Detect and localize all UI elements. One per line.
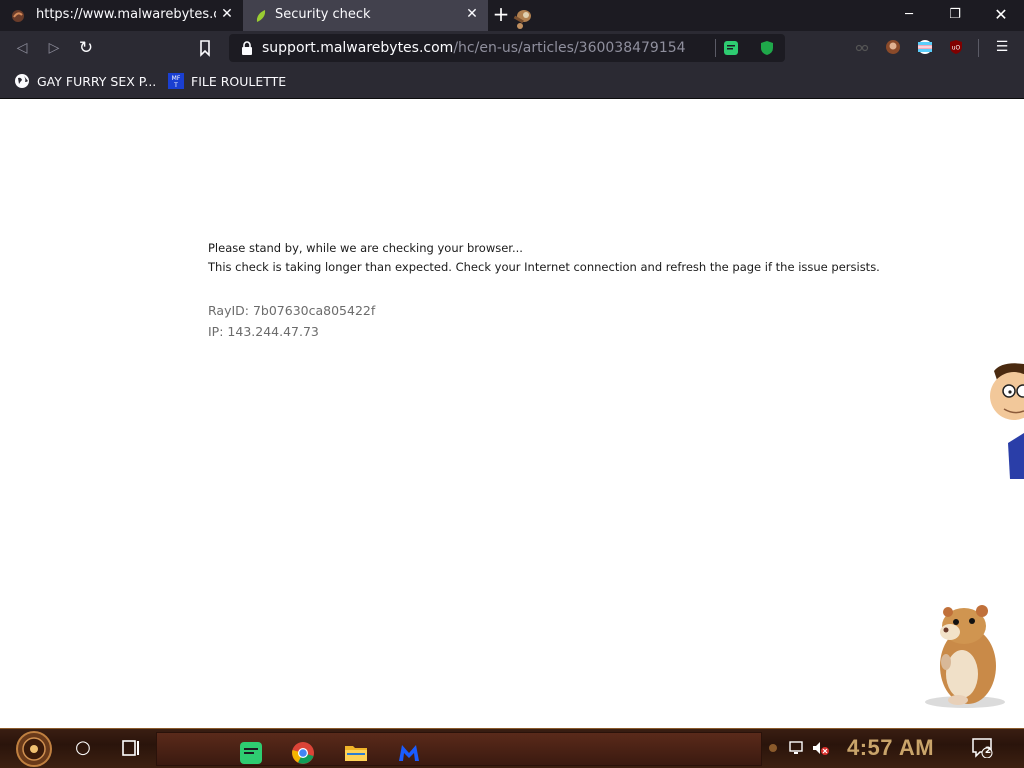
forward-arrow-icon[interactable]: ▷ — [43, 37, 65, 59]
ip-address: IP: 143.244.47.73 — [208, 324, 319, 339]
bookmark-label: FILE ROULETTE — [191, 73, 287, 89]
mft-icon: MF T — [168, 73, 184, 89]
chat-extension-icon[interactable] — [723, 40, 739, 56]
taskbar-apps — [156, 732, 762, 766]
notification-count: 2 — [984, 746, 992, 756]
ublock-origin-icon[interactable]: uO — [948, 39, 964, 55]
cartoon-character-sticker — [990, 363, 1024, 479]
bookmark-label: GAY FURRY SEX P... — [37, 73, 157, 89]
glasses-extension-icon[interactable] — [854, 39, 870, 55]
close-tab-icon[interactable]: ✕ — [462, 4, 482, 24]
lock-icon[interactable] — [240, 40, 254, 56]
page-content: Please stand by, while we are checking y… — [0, 99, 1024, 728]
bookmark-item[interactable]: MF T FILE ROULETTE — [168, 72, 286, 90]
url-text[interactable]: support.malwarebytes.com/hc/en-us/articl… — [262, 40, 686, 56]
cursor-mascot-icon — [513, 10, 531, 29]
show-hidden-icons-icon[interactable] — [768, 740, 778, 756]
ray-id: RayID: 7b07630ca805422f — [208, 303, 376, 318]
malwarebytes-icon[interactable] — [397, 741, 421, 765]
globe-icon — [15, 74, 29, 88]
svg-text:uO: uO — [952, 45, 961, 52]
back-arrow-icon[interactable]: ◁ — [11, 37, 33, 59]
bookmarks-toolbar: GAY FURRY SEX P... MF T FILE ROULETTE — [0, 64, 1024, 99]
tab-malwarebytes[interactable]: https://www.malwarebytes.com/ ✕ — [0, 0, 243, 31]
toolbar-divider — [978, 39, 979, 57]
tab-bar: https://www.malwarebytes.com/ ✕ Security… — [0, 0, 1024, 31]
reload-icon[interactable]: ↻ — [75, 37, 97, 59]
tab-title: Security check — [275, 7, 371, 22]
avatar-extension-icon[interactable] — [885, 39, 901, 55]
tab-security-check[interactable]: Security check ✕ — [243, 0, 488, 31]
tab-title: https://www.malwarebytes.com/ — [36, 7, 216, 22]
chat-app-icon[interactable] — [239, 741, 263, 765]
close-tab-icon[interactable]: ✕ — [217, 4, 237, 24]
navigation-toolbar: ◁ ▷ ↻ support.malwarebytes.com/hc/en-us/… — [0, 31, 1024, 64]
url-host: support.malwarebytes.com — [262, 40, 454, 56]
taskbar: ○ 4:57 AM 2 — [0, 728, 1024, 768]
hamburger-menu-icon[interactable]: ☰ — [994, 39, 1010, 55]
chrome-icon[interactable] — [291, 741, 315, 765]
leaf-favicon-icon — [256, 10, 266, 22]
file-explorer-icon[interactable] — [344, 741, 368, 765]
bookmark-item[interactable]: GAY FURRY SEX P... — [14, 72, 156, 90]
volume-muted-icon[interactable] — [812, 740, 830, 756]
bookmark-icon[interactable] — [196, 39, 214, 57]
system-clock[interactable]: 4:57 AM — [847, 735, 934, 761]
flag-extension-icon[interactable] — [917, 39, 933, 55]
url-divider — [715, 39, 716, 57]
status-message: Please stand by, while we are checking y… — [208, 241, 523, 255]
start-button-icon[interactable] — [10, 731, 58, 767]
shield-extension-icon[interactable] — [759, 40, 775, 56]
minimize-button[interactable]: ─ — [886, 0, 932, 31]
close-window-button[interactable]: ✕ — [978, 0, 1024, 31]
task-view-icon[interactable] — [120, 737, 142, 759]
warning-message: This check is taking longer than expecte… — [208, 260, 880, 274]
hamster-sticker — [925, 605, 1005, 708]
malwarebytes-favicon-icon — [12, 10, 24, 22]
network-icon[interactable] — [788, 740, 806, 756]
svg-text:T: T — [173, 82, 178, 89]
restore-button[interactable]: ❐ — [932, 0, 978, 31]
cortana-search-icon[interactable]: ○ — [72, 737, 94, 759]
address-bar[interactable]: support.malwarebytes.com/hc/en-us/articl… — [229, 34, 785, 62]
url-path: /hc/en-us/articles/360038479154 — [453, 40, 686, 56]
svg-text:MF: MF — [172, 75, 181, 82]
